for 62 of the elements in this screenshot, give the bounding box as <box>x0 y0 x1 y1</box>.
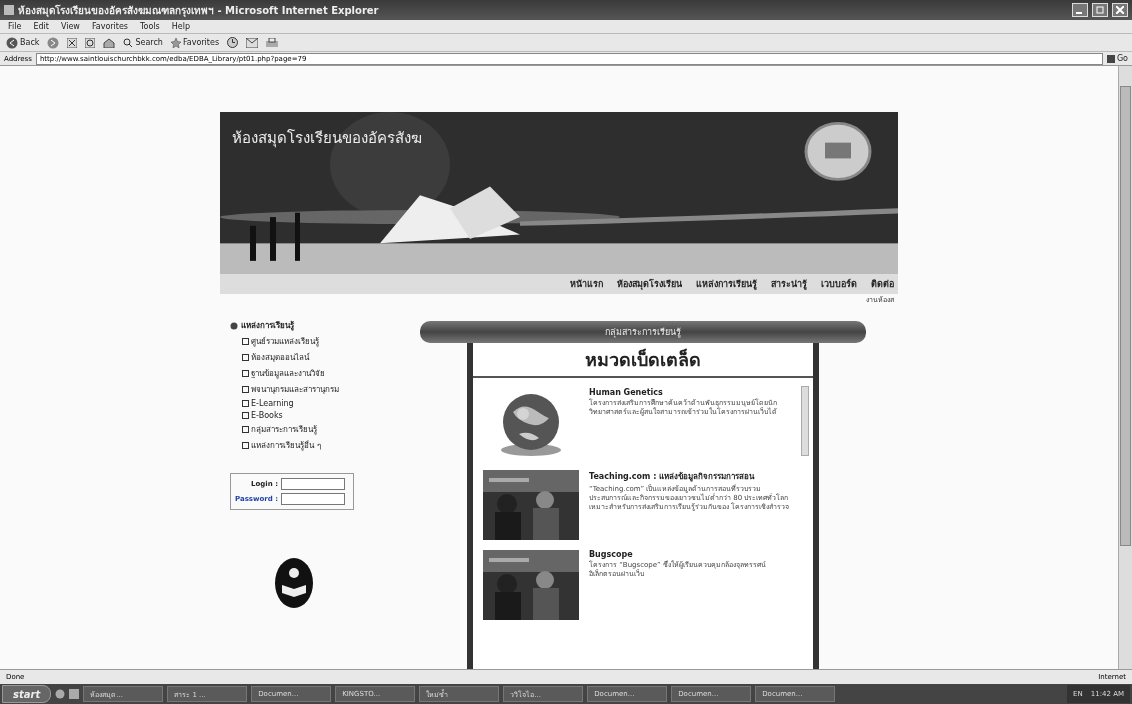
nav-link[interactable]: แหล่งการเรียนรู้ <box>696 277 757 291</box>
mail-icon[interactable] <box>246 37 259 48</box>
nav-link[interactable]: ห้องสมุดโรงเรียน <box>617 277 682 291</box>
item-title[interactable]: Bugscope <box>589 550 795 559</box>
back-button[interactable]: Back <box>6 36 40 49</box>
maximize-icon <box>1096 6 1104 14</box>
start-button[interactable]: start <box>2 685 52 703</box>
home-icon[interactable] <box>103 37 116 48</box>
scrollbar[interactable] <box>1118 66 1132 669</box>
sidebar-link[interactable]: ห้องสมุดออนไลน์ <box>230 351 388 364</box>
back-arrow-icon <box>6 36 18 49</box>
page-icon <box>242 370 249 377</box>
sidebar-link[interactable]: พจนานุกรมและสารานุกรม <box>230 383 388 396</box>
bullet-icon <box>230 321 238 330</box>
favorites-button[interactable]: Favorites <box>170 37 220 48</box>
stop-icon[interactable] <box>67 37 78 48</box>
nav-link[interactable]: สาระน่ารู้ <box>771 277 807 291</box>
search-button[interactable]: Search <box>123 37 163 48</box>
item-title[interactable]: Human Genetics <box>589 388 795 397</box>
refresh-icon[interactable] <box>85 37 96 48</box>
search-icon <box>123 37 134 48</box>
section-heading: หมวดเบ็ดเตล็ด <box>473 343 813 378</box>
menu-item[interactable]: Edit <box>33 22 49 31</box>
nav-link[interactable]: ติดต่อ <box>871 277 894 291</box>
history-icon[interactable] <box>227 37 239 48</box>
menu-item[interactable]: Tools <box>140 22 160 31</box>
page-icon <box>242 354 249 361</box>
nav-link[interactable]: หน้าแรก <box>570 277 603 291</box>
window-title: ห้องสมุดโรงเรียนของอัครสังฆมณฑลกรุงเทพฯ - Microsoft Internet Explorer <box>18 3 380 18</box>
emblem-icon <box>274 557 314 609</box>
login-field[interactable] <box>281 478 345 490</box>
sidebar-link[interactable]: แหล่งการเรียนรู้อื่น ๆ <box>230 439 388 452</box>
star-icon <box>170 37 181 48</box>
nav-link[interactable]: เวบบอร์ด <box>821 277 857 291</box>
sidebar-link[interactable]: E-Learning <box>230 399 388 408</box>
menu-item[interactable]: Favorites <box>91 22 128 31</box>
password-field[interactable] <box>281 493 345 505</box>
minimize-button[interactable] <box>1072 3 1088 17</box>
sidebar-link[interactable]: E-Books <box>230 411 388 420</box>
quick-launch-icon[interactable] <box>69 689 80 699</box>
scrollbar[interactable] <box>801 386 809 456</box>
scroll-banner-text: กลุ่มสาระการเรียนรู้ <box>605 326 681 339</box>
sidebar-heading-text: แหล่งการเรียนรู้ <box>241 320 294 332</box>
browser-icon <box>4 5 14 15</box>
menu-item[interactable]: Help <box>171 22 190 31</box>
forward-icon[interactable] <box>47 36 60 49</box>
sidebar-link[interactable]: ศูนย์รวมแหล่งเรียนรู้ <box>230 335 388 348</box>
go-button[interactable]: Go <box>1106 54 1128 63</box>
menu-item[interactable]: File <box>8 22 22 31</box>
print-icon[interactable] <box>266 37 279 48</box>
menu-item[interactable]: View <box>60 22 80 31</box>
item-title[interactable]: Teaching.com : แหล่งข้อมูลกิจกรรมการสอน <box>589 470 795 483</box>
quick-launch-icon[interactable] <box>55 689 66 699</box>
page-icon <box>242 442 249 449</box>
close-button[interactable] <box>1112 3 1128 17</box>
go-icon <box>1106 54 1115 63</box>
maximize-button[interactable] <box>1092 3 1108 17</box>
close-icon <box>1116 6 1124 14</box>
page-icon <box>242 338 249 345</box>
sidebar-link[interactable]: กลุ่มสาระการเรียนรู้ <box>230 423 388 436</box>
sidebar-link[interactable]: ฐานข้อมูลและงานวิจัย <box>230 367 388 380</box>
banner-title: ห้องสมุดโรงเรียนของอัครสังฆ <box>232 128 422 150</box>
